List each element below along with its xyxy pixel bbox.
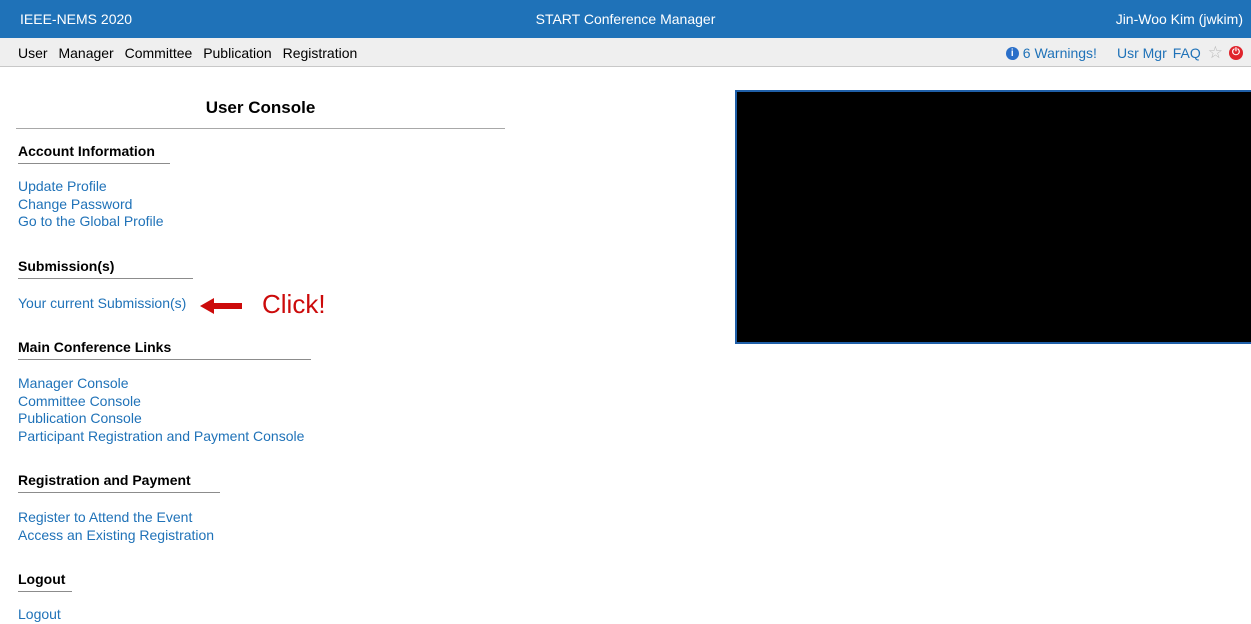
section-heading: Submission(s) xyxy=(18,258,115,274)
menu-bar: User Manager Committee Publication Regis… xyxy=(0,38,1251,67)
account-links: Update Profile Change Password Go to the… xyxy=(18,178,164,231)
menu-item-registration[interactable]: Registration xyxy=(283,45,358,61)
section-heading: Main Conference Links xyxy=(18,339,172,355)
existing-registration-link[interactable]: Access an Existing Registration xyxy=(18,527,214,545)
logout-link[interactable]: Logout xyxy=(18,606,61,624)
section-registration-payment: Registration and Payment xyxy=(18,472,220,493)
menu-right-tools: i 6 Warnings! Usr Mgr FAQ ☆ ⏻ xyxy=(1005,43,1243,63)
logout-links: Logout xyxy=(18,606,61,624)
warnings-link[interactable]: 6 Warnings! xyxy=(1023,45,1097,61)
power-icon[interactable]: ⏻ xyxy=(1229,46,1243,60)
registration-payment-console-link[interactable]: Participant Registration and Payment Con… xyxy=(18,428,304,446)
section-heading: Account Information xyxy=(18,143,155,159)
section-divider xyxy=(18,591,72,592)
section-divider xyxy=(18,359,311,360)
menu-item-publication[interactable]: Publication xyxy=(203,45,272,61)
section-submissions: Submission(s) xyxy=(18,258,193,279)
redacted-panel xyxy=(735,90,1251,344)
star-icon[interactable]: ☆ xyxy=(1208,43,1223,63)
faq-link[interactable]: FAQ xyxy=(1173,45,1201,61)
arrow-left-icon xyxy=(200,298,242,314)
user-name[interactable]: Jin-Woo Kim (jwkim) xyxy=(1116,11,1243,27)
click-callout: Click! xyxy=(262,289,326,319)
info-icon: i xyxy=(1005,46,1019,60)
title-divider xyxy=(16,128,505,129)
section-divider xyxy=(18,492,220,493)
menu-item-manager[interactable]: Manager xyxy=(58,45,113,61)
manager-console-link[interactable]: Manager Console xyxy=(18,375,304,393)
section-logout: Logout xyxy=(18,571,72,592)
section-divider xyxy=(18,278,193,279)
change-password-link[interactable]: Change Password xyxy=(18,196,164,214)
registration-links: Register to Attend the Event Access an E… xyxy=(18,509,214,544)
section-main-conference-links: Main Conference Links xyxy=(18,339,311,360)
menu-item-committee[interactable]: Committee xyxy=(125,45,193,61)
section-heading: Logout xyxy=(18,571,66,587)
section-account-information: Account Information xyxy=(18,143,170,164)
app-title: START Conference Manager xyxy=(535,11,716,27)
update-profile-link[interactable]: Update Profile xyxy=(18,178,164,196)
main-menu: User Manager Committee Publication Regis… xyxy=(18,45,364,61)
current-submissions-link[interactable]: Your current Submission(s) xyxy=(18,295,186,313)
section-divider xyxy=(18,163,170,164)
global-profile-link[interactable]: Go to the Global Profile xyxy=(18,213,164,231)
committee-console-link[interactable]: Committee Console xyxy=(18,393,304,411)
menu-item-user[interactable]: User xyxy=(18,45,48,61)
register-event-link[interactable]: Register to Attend the Event xyxy=(18,509,214,527)
submission-links: Your current Submission(s) xyxy=(18,295,186,313)
section-heading: Registration and Payment xyxy=(18,472,191,488)
publication-console-link[interactable]: Publication Console xyxy=(18,410,304,428)
usr-mgr-link[interactable]: Usr Mgr xyxy=(1117,45,1167,61)
conference-links: Manager Console Committee Console Public… xyxy=(18,375,304,445)
top-bar: IEEE-NEMS 2020 START Conference Manager … xyxy=(0,0,1251,38)
page-title: User Console xyxy=(205,98,316,117)
